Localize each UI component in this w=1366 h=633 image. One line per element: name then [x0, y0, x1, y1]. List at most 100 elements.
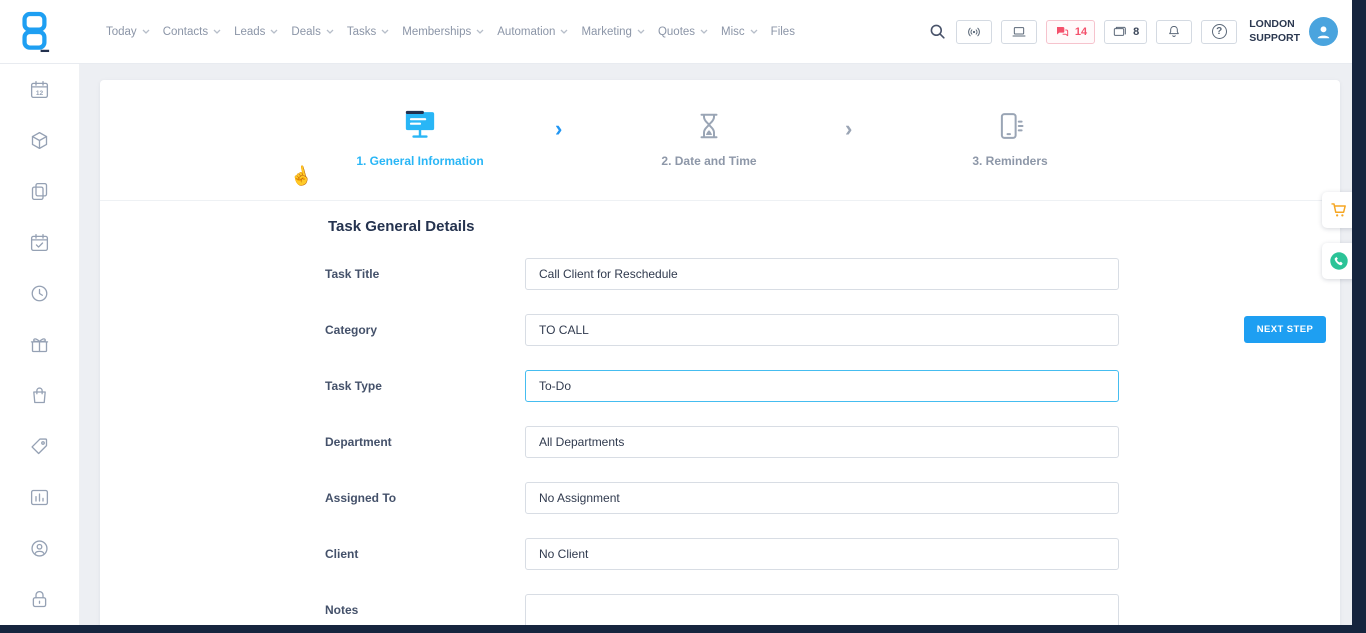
search-button[interactable] — [928, 22, 947, 41]
step-arrow-icon: › — [845, 116, 852, 142]
nav-item-contacts[interactable]: Contacts — [163, 26, 221, 38]
help-button[interactable]: ? — [1201, 20, 1237, 44]
bell-icon — [1166, 24, 1182, 40]
chevron-down-icon — [637, 29, 645, 34]
brand-logo-icon — [17, 11, 51, 53]
monitor-icon — [402, 108, 438, 142]
sidebar-item-history[interactable] — [29, 282, 51, 304]
field-label-task-title: Task Title — [325, 267, 379, 281]
wizard-step-label: 3. Reminders — [890, 154, 1130, 168]
package-icon — [29, 130, 50, 151]
chevron-down-icon — [213, 29, 221, 34]
nav-item-leads[interactable]: Leads — [234, 26, 278, 38]
task-wizard-card: 1. General Information › 2. Date and Tim… — [100, 80, 1340, 625]
nav-item-marketing[interactable]: Marketing — [581, 26, 645, 38]
phone-call-icon — [1328, 250, 1350, 272]
field-label-task-type: Task Type — [325, 379, 382, 393]
assigned-to-input[interactable] — [525, 482, 1119, 514]
cards-stack-icon — [1112, 24, 1128, 40]
cart-floating-button[interactable] — [1322, 192, 1352, 228]
nav-item-label: Leads — [234, 26, 265, 38]
nav-item-label: Quotes — [658, 26, 695, 38]
chevron-down-icon — [326, 29, 334, 34]
svg-text:12: 12 — [36, 90, 44, 97]
wizard-step-label: 2. Date and Time — [589, 154, 829, 168]
task-title-input[interactable] — [525, 258, 1119, 290]
chat-bubbles-icon — [1054, 24, 1070, 40]
nav-item-label: Files — [771, 26, 795, 38]
user-circle-icon — [29, 538, 50, 559]
wizard-step-general-information[interactable]: 1. General Information — [300, 106, 540, 168]
nav-item-deals[interactable]: Deals — [291, 26, 333, 38]
laptop-icon — [1011, 24, 1027, 40]
sidebar-item-bookings[interactable] — [29, 231, 51, 253]
nav-item-misc[interactable]: Misc — [721, 26, 758, 38]
sidebar-item-calendar[interactable]: 12 — [29, 78, 51, 100]
chevron-down-icon — [142, 29, 150, 34]
nav-item-files[interactable]: Files — [771, 26, 795, 38]
orders-count-badge: 8 — [1133, 26, 1139, 38]
sidebar-item-copy[interactable] — [29, 180, 51, 202]
next-step-button[interactable]: NEXT STEP — [1244, 316, 1326, 343]
sidebar-item-vouchers[interactable] — [29, 435, 51, 457]
category-input[interactable] — [525, 314, 1119, 346]
nav-item-memberships[interactable]: Memberships — [402, 26, 484, 38]
nav-item-tasks[interactable]: Tasks — [347, 26, 389, 38]
account-name: LONDON SUPPORT — [1249, 18, 1300, 45]
history-clock-icon — [29, 283, 50, 304]
form-title: Task General Details — [328, 218, 474, 235]
shopping-bag-icon — [29, 385, 50, 406]
chevron-down-icon — [381, 29, 389, 34]
field-label-assigned-to: Assigned To — [325, 491, 396, 505]
sidebar-item-reports[interactable] — [29, 486, 51, 508]
tag-icon — [29, 436, 50, 457]
brand-logo[interactable] — [14, 9, 54, 55]
notes-textarea[interactable] — [525, 594, 1119, 625]
top-header: Today Contacts Leads Deals Tasks Members… — [0, 0, 1352, 64]
sidebar-item-staff[interactable] — [29, 537, 51, 559]
sidebar-item-shop[interactable] — [29, 384, 51, 406]
chevron-down-icon — [750, 29, 758, 34]
notifications-button[interactable] — [1156, 20, 1192, 44]
chevron-down-icon — [476, 29, 484, 34]
sidebar-item-security[interactable] — [29, 588, 51, 610]
orders-button[interactable]: 8 — [1104, 20, 1147, 44]
nav-item-today[interactable]: Today — [106, 26, 150, 38]
field-label-department: Department — [325, 435, 392, 449]
account-name-line1: LONDON — [1249, 18, 1300, 32]
nav-item-label: Memberships — [402, 26, 471, 38]
step-arrow-icon: › — [555, 116, 562, 142]
user-icon — [1314, 22, 1333, 41]
hourglass-icon — [694, 110, 724, 142]
client-input[interactable] — [525, 538, 1119, 570]
calendar-check-icon — [29, 232, 50, 253]
wizard-step-date-and-time[interactable]: 2. Date and Time — [589, 106, 829, 168]
user-avatar[interactable] — [1309, 17, 1338, 46]
copy-icon — [29, 181, 50, 202]
nav-item-label: Automation — [497, 26, 555, 38]
inbox-button[interactable] — [1001, 20, 1037, 44]
sidebar-item-gifts[interactable] — [29, 333, 51, 355]
bar-chart-icon — [29, 487, 50, 508]
field-label-notes: Notes — [325, 603, 358, 617]
department-input[interactable] — [525, 426, 1119, 458]
question-mark-icon: ? — [1212, 24, 1227, 39]
nav-item-label: Misc — [721, 26, 745, 38]
calendar-icon: 12 — [29, 79, 50, 100]
nav-item-label: Today — [106, 26, 137, 38]
nav-item-automation[interactable]: Automation — [497, 26, 568, 38]
voice-button[interactable] — [956, 20, 992, 44]
nav-item-quotes[interactable]: Quotes — [658, 26, 708, 38]
sidebar-item-products[interactable] — [29, 129, 51, 151]
wizard-step-label: 1. General Information — [300, 154, 540, 168]
chevron-down-icon — [700, 29, 708, 34]
header-actions: 14 8 ? LONDON SUPPORT — [928, 17, 1338, 46]
chevron-down-icon — [270, 29, 278, 34]
field-label-client: Client — [325, 547, 358, 561]
whatsapp-floating-button[interactable] — [1322, 243, 1352, 279]
wizard-step-reminders[interactable]: 3. Reminders — [890, 106, 1130, 168]
messages-button[interactable]: 14 — [1046, 20, 1095, 44]
app-window: Today Contacts Leads Deals Tasks Members… — [0, 0, 1352, 625]
main-nav: Today Contacts Leads Deals Tasks Members… — [106, 26, 795, 38]
task-type-input[interactable] — [525, 370, 1119, 402]
